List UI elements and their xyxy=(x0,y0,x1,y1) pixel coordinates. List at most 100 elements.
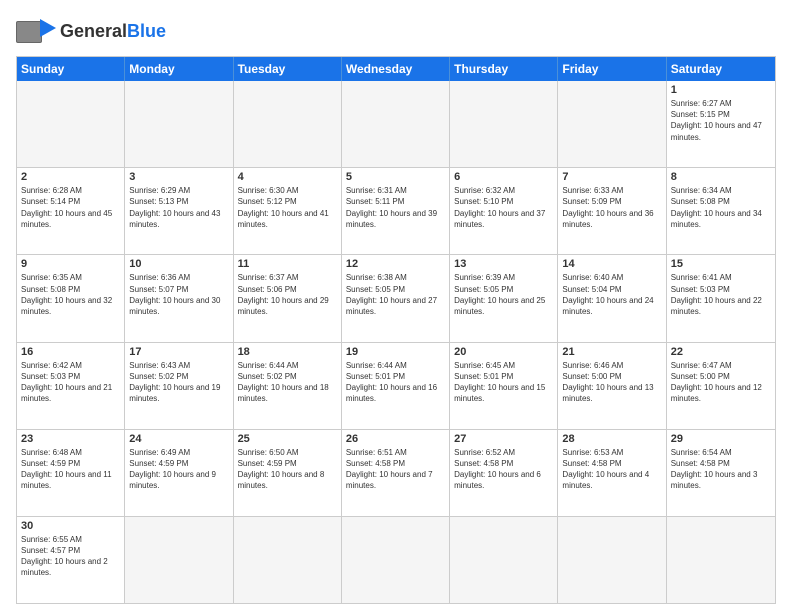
day-number: 27 xyxy=(454,433,553,445)
day-number: 6 xyxy=(454,171,553,183)
day-info: Sunrise: 6:42 AM Sunset: 5:03 PM Dayligh… xyxy=(21,360,120,405)
day-info: Sunrise: 6:29 AM Sunset: 5:13 PM Dayligh… xyxy=(129,185,228,230)
calendar-cell-0-1 xyxy=(125,81,233,167)
calendar-cell-3-6: 22Sunrise: 6:47 AM Sunset: 5:00 PM Dayli… xyxy=(667,343,775,429)
day-number: 10 xyxy=(129,258,228,270)
day-info: Sunrise: 6:44 AM Sunset: 5:02 PM Dayligh… xyxy=(238,360,337,405)
calendar-row-0: 1 Sunrise: 6:27 AM Sunset: 5:15 PM Daylig… xyxy=(17,81,775,168)
calendar-row-5: 30Sunrise: 6:55 AM Sunset: 4:57 PM Dayli… xyxy=(17,517,775,603)
day-number: 5 xyxy=(346,171,445,183)
calendar-cell-1-6: 8 Sunrise: 6:34 AM Sunset: 5:08 PM Daylig… xyxy=(667,168,775,254)
calendar-cell-3-0: 16Sunrise: 6:42 AM Sunset: 5:03 PM Dayli… xyxy=(17,343,125,429)
calendar-cell-3-1: 17 Sunrise: 6:43 AM Sunset: 5:02 PM Dayli… xyxy=(125,343,233,429)
day-number: 20 xyxy=(454,346,553,358)
header-day-friday: Friday xyxy=(558,57,666,81)
calendar-cell-0-6: 1 Sunrise: 6:27 AM Sunset: 5:15 PM Daylig… xyxy=(667,81,775,167)
calendar-header: SundayMondayTuesdayWednesdayThursdayFrid… xyxy=(17,57,775,81)
day-info: Sunrise: 6:40 AM Sunset: 5:04 PM Dayligh… xyxy=(562,272,661,317)
calendar-body: 1 Sunrise: 6:27 AM Sunset: 5:15 PM Daylig… xyxy=(17,81,775,603)
day-info: Sunrise: 6:27 AM Sunset: 5:15 PM Dayligh… xyxy=(671,98,771,143)
day-number: 21 xyxy=(562,346,661,358)
calendar-row-2: 9 Sunrise: 6:35 AM Sunset: 5:08 PM Daylig… xyxy=(17,255,775,342)
day-number: 7 xyxy=(562,171,661,183)
day-info: Sunrise: 6:54 AM Sunset: 4:58 PM Dayligh… xyxy=(671,447,771,492)
calendar-cell-2-3: 12Sunrise: 6:38 AM Sunset: 5:05 PM Dayli… xyxy=(342,255,450,341)
calendar-cell-2-2: 11 Sunrise: 6:37 AM Sunset: 5:06 PM Dayli… xyxy=(234,255,342,341)
calendar-cell-0-3 xyxy=(342,81,450,167)
calendar-cell-1-2: 4Sunrise: 6:30 AM Sunset: 5:12 PM Daylig… xyxy=(234,168,342,254)
day-info: Sunrise: 6:35 AM Sunset: 5:08 PM Dayligh… xyxy=(21,272,120,317)
day-info: Sunrise: 6:34 AM Sunset: 5:08 PM Dayligh… xyxy=(671,185,771,230)
header-day-saturday: Saturday xyxy=(667,57,775,81)
day-number: 23 xyxy=(21,433,120,445)
calendar-cell-5-2 xyxy=(234,517,342,603)
day-info: Sunrise: 6:39 AM Sunset: 5:05 PM Dayligh… xyxy=(454,272,553,317)
day-info: Sunrise: 6:50 AM Sunset: 4:59 PM Dayligh… xyxy=(238,447,337,492)
day-number: 24 xyxy=(129,433,228,445)
day-info: Sunrise: 6:48 AM Sunset: 4:59 PM Dayligh… xyxy=(21,447,120,492)
day-info: Sunrise: 6:53 AM Sunset: 4:58 PM Dayligh… xyxy=(562,447,661,492)
day-number: 3 xyxy=(129,171,228,183)
day-number: 9 xyxy=(21,258,120,270)
header-day-monday: Monday xyxy=(125,57,233,81)
calendar-cell-0-4 xyxy=(450,81,558,167)
day-info: Sunrise: 6:46 AM Sunset: 5:00 PM Dayligh… xyxy=(562,360,661,405)
logo-wordmark: GeneralBlue xyxy=(60,22,166,42)
calendar-cell-4-5: 28 Sunrise: 6:53 AM Sunset: 4:58 PM Dayli… xyxy=(558,430,666,516)
calendar-cell-4-0: 23 Sunrise: 6:48 AM Sunset: 4:59 PM Dayli… xyxy=(17,430,125,516)
day-number: 28 xyxy=(562,433,661,445)
calendar-cell-4-2: 25 Sunrise: 6:50 AM Sunset: 4:59 PM Dayli… xyxy=(234,430,342,516)
day-info: Sunrise: 6:45 AM Sunset: 5:01 PM Dayligh… xyxy=(454,360,553,405)
calendar-cell-2-4: 13 Sunrise: 6:39 AM Sunset: 5:05 PM Dayli… xyxy=(450,255,558,341)
calendar-row-3: 16Sunrise: 6:42 AM Sunset: 5:03 PM Dayli… xyxy=(17,343,775,430)
calendar-row-1: 2Sunrise: 6:28 AM Sunset: 5:14 PM Daylig… xyxy=(17,168,775,255)
day-info: Sunrise: 6:30 AM Sunset: 5:12 PM Dayligh… xyxy=(238,185,337,230)
day-info: Sunrise: 6:47 AM Sunset: 5:00 PM Dayligh… xyxy=(671,360,771,405)
calendar-cell-1-4: 6 Sunrise: 6:32 AM Sunset: 5:10 PM Daylig… xyxy=(450,168,558,254)
calendar-cell-0-0 xyxy=(17,81,125,167)
day-info: Sunrise: 6:32 AM Sunset: 5:10 PM Dayligh… xyxy=(454,185,553,230)
header-day-wednesday: Wednesday xyxy=(342,57,450,81)
day-number: 25 xyxy=(238,433,337,445)
calendar-cell-3-5: 21 Sunrise: 6:46 AM Sunset: 5:00 PM Dayli… xyxy=(558,343,666,429)
day-number: 2 xyxy=(21,171,120,183)
day-info: Sunrise: 6:37 AM Sunset: 5:06 PM Dayligh… xyxy=(238,272,337,317)
day-info: Sunrise: 6:33 AM Sunset: 5:09 PM Dayligh… xyxy=(562,185,661,230)
day-info: Sunrise: 6:49 AM Sunset: 4:59 PM Dayligh… xyxy=(129,447,228,492)
calendar-cell-2-6: 15Sunrise: 6:41 AM Sunset: 5:03 PM Dayli… xyxy=(667,255,775,341)
day-number: 30 xyxy=(21,520,120,532)
generalblue-logo-icon xyxy=(16,16,56,48)
day-info: Sunrise: 6:36 AM Sunset: 5:07 PM Dayligh… xyxy=(129,272,228,317)
day-number: 1 xyxy=(671,84,771,96)
day-info: Sunrise: 6:31 AM Sunset: 5:11 PM Dayligh… xyxy=(346,185,445,230)
day-number: 17 xyxy=(129,346,228,358)
calendar-cell-5-1 xyxy=(125,517,233,603)
calendar-cell-2-5: 14Sunrise: 6:40 AM Sunset: 5:04 PM Dayli… xyxy=(558,255,666,341)
day-number: 29 xyxy=(671,433,771,445)
day-info: Sunrise: 6:41 AM Sunset: 5:03 PM Dayligh… xyxy=(671,272,771,317)
calendar-cell-5-4 xyxy=(450,517,558,603)
day-number: 12 xyxy=(346,258,445,270)
calendar-cell-2-1: 10 Sunrise: 6:36 AM Sunset: 5:07 PM Dayli… xyxy=(125,255,233,341)
calendar-cell-3-2: 18 Sunrise: 6:44 AM Sunset: 5:02 PM Dayli… xyxy=(234,343,342,429)
day-number: 19 xyxy=(346,346,445,358)
page: GeneralBlue SundayMondayTuesdayWednesday… xyxy=(0,0,792,612)
day-number: 26 xyxy=(346,433,445,445)
calendar-cell-5-6 xyxy=(667,517,775,603)
calendar-cell-0-5 xyxy=(558,81,666,167)
calendar-cell-2-0: 9 Sunrise: 6:35 AM Sunset: 5:08 PM Daylig… xyxy=(17,255,125,341)
day-number: 8 xyxy=(671,171,771,183)
day-number: 13 xyxy=(454,258,553,270)
calendar: SundayMondayTuesdayWednesdayThursdayFrid… xyxy=(16,56,776,604)
calendar-cell-4-3: 26Sunrise: 6:51 AM Sunset: 4:58 PM Dayli… xyxy=(342,430,450,516)
day-info: Sunrise: 6:44 AM Sunset: 5:01 PM Dayligh… xyxy=(346,360,445,405)
calendar-cell-3-3: 19 Sunrise: 6:44 AM Sunset: 5:01 PM Dayli… xyxy=(342,343,450,429)
day-number: 18 xyxy=(238,346,337,358)
calendar-cell-1-0: 2Sunrise: 6:28 AM Sunset: 5:14 PM Daylig… xyxy=(17,168,125,254)
day-number: 11 xyxy=(238,258,337,270)
calendar-cell-1-3: 5 Sunrise: 6:31 AM Sunset: 5:11 PM Daylig… xyxy=(342,168,450,254)
calendar-cell-3-4: 20 Sunrise: 6:45 AM Sunset: 5:01 PM Dayli… xyxy=(450,343,558,429)
calendar-cell-4-6: 29 Sunrise: 6:54 AM Sunset: 4:58 PM Dayli… xyxy=(667,430,775,516)
calendar-cell-5-3 xyxy=(342,517,450,603)
day-info: Sunrise: 6:43 AM Sunset: 5:02 PM Dayligh… xyxy=(129,360,228,405)
